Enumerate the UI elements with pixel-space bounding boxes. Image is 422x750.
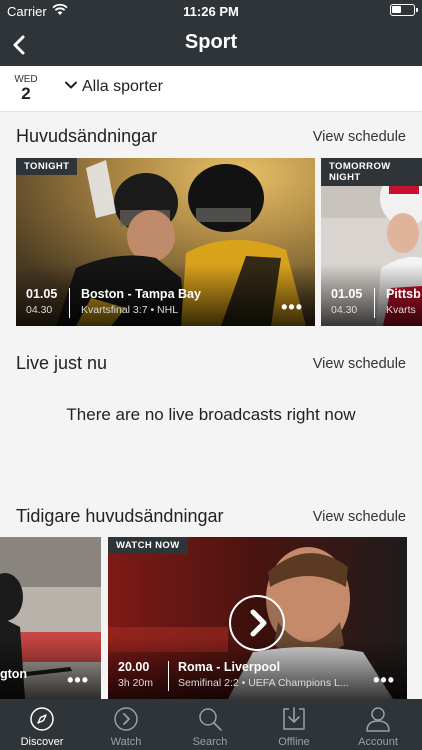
badge-tonight: TONIGHT — [16, 158, 78, 175]
section-title-live: Live just nu — [16, 353, 108, 373]
card-match: Boston - Tampa Bay — [81, 287, 201, 301]
view-schedule-link-highlights[interactable]: View schedule — [313, 129, 406, 145]
play-circle-icon — [114, 707, 138, 731]
tab-bar: Discover Watch Search Offline Account — [0, 699, 422, 750]
search-icon — [199, 708, 222, 731]
card-time: 20.00 3h 20m — [118, 660, 153, 689]
card-divider — [69, 288, 70, 318]
card-start-time: 04.30 — [331, 304, 358, 316]
empty-live-message: There are no live broadcasts right now — [66, 405, 356, 424]
sport-filter-label: Alla sporter — [82, 78, 163, 95]
card-duration: 3h 20m — [118, 677, 154, 689]
play-button[interactable] — [229, 595, 285, 651]
card-meta: Kvarts — [386, 304, 416, 316]
page-title: Sport — [184, 31, 238, 53]
tab-label: Watch — [110, 736, 142, 748]
previous-card-1[interactable]: gton ••• — [0, 537, 101, 699]
card-meta: Semifinal 2:2 • UEFA Champions L... — [178, 677, 349, 689]
card-time: 01.05 04.30 — [331, 287, 362, 316]
card-info: Roma - Liverpool Semifinal 2:2 • UEFA Ch… — [178, 660, 349, 689]
badge-watch-now: WATCH NOW — [108, 537, 188, 554]
person-icon — [366, 707, 390, 732]
card-time: 01.05 04.30 — [26, 287, 57, 316]
section-title-highlights: Huvudsändningar — [16, 126, 158, 146]
more-options-icon[interactable]: ••• — [373, 671, 395, 689]
section-title-previous: Tidigare huvudsändningar — [16, 506, 224, 526]
card-info: Pittsb Kvarts — [386, 287, 421, 316]
compass-icon — [30, 707, 54, 731]
card-info: Boston - Tampa Bay Kvartsfinal 3:7 • NHL — [81, 287, 201, 316]
card-match: gton — [0, 667, 28, 681]
card-divider — [168, 661, 169, 691]
highlight-card-1[interactable]: TONIGHT 01.05 04.30 Boston - Tampa Bay K… — [16, 158, 315, 326]
tab-label: Account — [358, 736, 398, 748]
sport-filter-dropdown[interactable]: Alla sporter — [64, 78, 163, 96]
tab-offline[interactable]: Offline — [252, 699, 336, 750]
badge-tomorrow-night: TOMORROW NIGHT — [321, 158, 422, 186]
play-chevron-icon — [250, 609, 267, 637]
tab-label: Search — [192, 736, 228, 748]
clock: 11:26 PM — [183, 4, 239, 19]
tab-account[interactable]: Account — [336, 699, 420, 750]
status-bar: Carrier 11:26 PM — [0, 0, 422, 22]
card-date: 20.00 — [118, 660, 150, 674]
card-start-time: 04.30 — [26, 304, 53, 316]
date-day[interactable]: 2 — [12, 84, 40, 104]
view-schedule-link-previous[interactable]: View schedule — [313, 509, 406, 525]
card-date: 01.05 — [26, 287, 58, 301]
tab-watch[interactable]: Watch — [84, 699, 168, 750]
highlight-card-2[interactable]: TOMORROW NIGHT 01.05 04.30 Pittsb Kvarts — [321, 158, 422, 326]
download-icon — [283, 707, 305, 730]
tab-search[interactable]: Search — [168, 699, 252, 750]
card-info: gton — [0, 667, 27, 681]
card-match: Roma - Liverpool — [178, 660, 281, 674]
tab-label: Offline — [278, 736, 310, 748]
card-date: 01.05 — [331, 287, 363, 301]
tab-label: Discover — [20, 736, 64, 748]
chevron-down-icon — [65, 81, 77, 89]
battery-icon — [390, 4, 418, 16]
more-options-icon[interactable]: ••• — [281, 298, 303, 316]
more-options-icon[interactable]: ••• — [67, 671, 89, 689]
card-meta: Kvartsfinal 3:7 • NHL — [81, 304, 179, 316]
navigation-bar: Carrier 11:26 PM Sport — [0, 0, 422, 66]
tab-discover[interactable]: Discover — [0, 699, 84, 750]
card-divider — [374, 288, 375, 318]
view-schedule-link-live[interactable]: View schedule — [313, 356, 406, 372]
card-match: Pittsb — [386, 287, 421, 301]
date-filter-bar: WED 2 Alla sporter — [0, 66, 422, 112]
